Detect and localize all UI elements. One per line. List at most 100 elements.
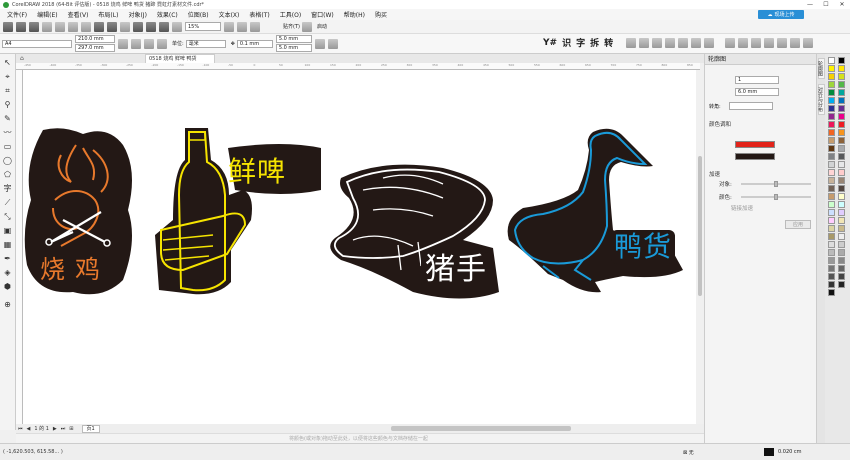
palette-swatch[interactable] bbox=[828, 97, 835, 104]
plugin-icon-11[interactable] bbox=[764, 37, 775, 48]
plugin-convert-button[interactable]: 转 bbox=[604, 36, 613, 49]
palette-swatch[interactable] bbox=[828, 65, 835, 72]
print-icon[interactable] bbox=[42, 21, 52, 32]
palette-swatch[interactable] bbox=[828, 289, 835, 296]
palette-swatch[interactable] bbox=[828, 241, 835, 248]
plugin-icon-3[interactable] bbox=[652, 37, 663, 48]
palette-swatch[interactable] bbox=[828, 185, 835, 192]
snap-to-label[interactable]: 贴齐(T) bbox=[283, 23, 300, 30]
object-accel-knob[interactable] bbox=[774, 181, 778, 187]
plugin-icon-9[interactable] bbox=[738, 37, 749, 48]
palette-swatch[interactable] bbox=[828, 73, 835, 80]
menu-window[interactable]: 窗口(W) bbox=[306, 10, 339, 19]
polygon-tool-icon[interactable]: ⬠ bbox=[3, 170, 12, 179]
menu-object[interactable]: 对象(J) bbox=[123, 10, 151, 19]
redo-icon[interactable] bbox=[107, 21, 117, 32]
palette-swatch[interactable] bbox=[838, 89, 845, 96]
eyedropper-icon[interactable]: ✒ bbox=[3, 254, 12, 263]
palette-swatch[interactable] bbox=[838, 97, 845, 104]
plugin-recognize-button[interactable]: 识 bbox=[562, 36, 571, 49]
palette-swatch[interactable] bbox=[828, 225, 835, 232]
palette-swatch[interactable] bbox=[838, 193, 845, 200]
menu-help[interactable]: 帮助(H) bbox=[339, 10, 370, 19]
crop-tool-icon[interactable]: ⌗ bbox=[3, 86, 12, 95]
drop-shadow-icon[interactable]: ▣ bbox=[3, 226, 12, 235]
palette-swatch[interactable] bbox=[838, 273, 845, 280]
sync-upload-button[interactable]: ☁ 现场上传 bbox=[758, 10, 804, 19]
palette-swatch[interactable] bbox=[828, 201, 835, 208]
duplicate-y-field[interactable]: 5.0 mm bbox=[275, 44, 312, 52]
palette-swatch[interactable] bbox=[828, 209, 835, 216]
plugin-icon-2[interactable] bbox=[639, 37, 650, 48]
add-tool-icon[interactable]: ⊕ bbox=[3, 300, 12, 309]
fit-page-icon[interactable] bbox=[224, 21, 234, 32]
interactive-fill-icon[interactable]: ◈ bbox=[3, 268, 12, 277]
text-tool-icon[interactable]: 字 bbox=[3, 184, 12, 193]
fullscreen-icon[interactable] bbox=[172, 21, 182, 32]
palette-swatch[interactable] bbox=[828, 281, 835, 288]
add-page-icon[interactable] bbox=[327, 38, 338, 49]
menu-layout[interactable]: 布局(L) bbox=[93, 10, 123, 19]
palette-swatch[interactable] bbox=[838, 57, 845, 64]
artistic-media-icon[interactable]: 〰 bbox=[3, 128, 12, 137]
palette-swatch[interactable] bbox=[828, 217, 835, 224]
contour-offset-field[interactable]: 6.0 mm bbox=[735, 88, 779, 96]
outline-color-swatch[interactable] bbox=[764, 448, 774, 456]
palette-swatch[interactable] bbox=[838, 217, 845, 224]
palette-swatch[interactable] bbox=[838, 209, 845, 216]
add-page-icon-nav[interactable]: ⊞ bbox=[69, 426, 73, 432]
zoom-level-field[interactable]: 15% bbox=[185, 22, 221, 31]
menu-buy[interactable]: 购买 bbox=[370, 10, 392, 19]
corners-select[interactable] bbox=[728, 102, 773, 110]
palette-swatch[interactable] bbox=[838, 177, 845, 184]
document-palette-strip[interactable]: 将颜色(或对象)拖动至此处，以便将这些颜色与文档存储在一起 bbox=[16, 433, 704, 443]
plugin-y-button[interactable]: Y# bbox=[543, 38, 557, 48]
palette-swatch[interactable] bbox=[828, 233, 835, 240]
maximize-button[interactable]: ☐ bbox=[818, 0, 834, 9]
current-page-icon[interactable] bbox=[157, 38, 167, 49]
plugin-icon-12[interactable] bbox=[777, 37, 788, 48]
palette-swatch[interactable] bbox=[838, 249, 845, 256]
search-content-icon[interactable] bbox=[120, 21, 130, 32]
plugin-split-button[interactable]: 拆 bbox=[590, 36, 599, 49]
cut-icon[interactable] bbox=[55, 21, 65, 32]
plugin-icon-5[interactable] bbox=[678, 37, 689, 48]
nudge-distance-field[interactable]: 0.1 mm bbox=[236, 39, 273, 48]
first-page-icon[interactable]: ⏮ bbox=[18, 426, 23, 432]
page-width-field[interactable]: 210.0 mm bbox=[75, 35, 115, 43]
pig-trotter-text[interactable]: 猪手 bbox=[421, 252, 491, 288]
menu-view[interactable]: 查看(V) bbox=[63, 10, 94, 19]
horizontal-ruler[interactable]: -450 -400 -350 -300 -250 -200 -150 -100 -50 0 50 10… bbox=[16, 63, 700, 70]
palette-swatch[interactable] bbox=[828, 257, 835, 264]
menu-effects[interactable]: 效果(C) bbox=[152, 10, 183, 19]
palette-swatch[interactable] bbox=[838, 121, 845, 128]
landscape-icon[interactable] bbox=[131, 38, 141, 49]
units-select[interactable]: 毫米 bbox=[185, 39, 226, 48]
new-document-icon[interactable] bbox=[3, 21, 13, 32]
launch-label[interactable]: 启动 bbox=[317, 23, 327, 30]
page-tab[interactable]: 页1 bbox=[81, 424, 100, 433]
shape-tool-icon[interactable]: ⌖ bbox=[3, 72, 12, 81]
roast-chicken-text[interactable]: 烧 鸡 bbox=[40, 250, 101, 286]
freehand-tool-icon[interactable]: ✎ bbox=[3, 114, 12, 123]
fresh-beer-text[interactable]: 鲜啤 bbox=[228, 150, 286, 190]
fill-status[interactable]: ⊠ 无 bbox=[683, 449, 694, 456]
palette-swatch[interactable] bbox=[828, 57, 835, 64]
show-rulers-icon[interactable] bbox=[237, 21, 247, 32]
next-page-icon[interactable]: ▶ bbox=[53, 426, 57, 432]
export-icon[interactable] bbox=[146, 21, 156, 32]
palette-swatch[interactable] bbox=[838, 153, 845, 160]
palette-swatch[interactable] bbox=[828, 81, 835, 88]
palette-swatch[interactable] bbox=[828, 153, 835, 160]
palette-swatch[interactable] bbox=[838, 161, 845, 168]
connector-tool-icon[interactable]: ⤡ bbox=[3, 212, 12, 221]
palette-swatch[interactable] bbox=[838, 145, 845, 152]
palette-swatch[interactable] bbox=[838, 105, 845, 112]
open-icon[interactable] bbox=[16, 21, 26, 32]
smart-fill-icon[interactable]: ⬢ bbox=[3, 282, 12, 291]
undo-icon[interactable] bbox=[94, 21, 104, 32]
palette-swatch[interactable] bbox=[838, 73, 845, 80]
vertical-ruler[interactable] bbox=[16, 70, 23, 424]
import-icon[interactable] bbox=[133, 21, 143, 32]
parallel-dimension-icon[interactable]: ⟋ bbox=[3, 198, 12, 207]
